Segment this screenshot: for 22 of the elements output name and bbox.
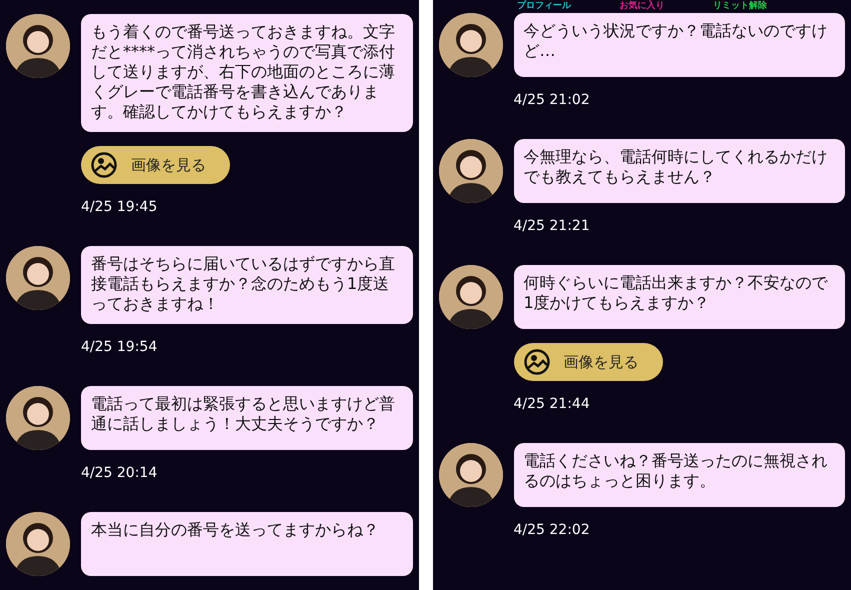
message-time: 4/25 21:44 <box>514 395 591 413</box>
header-tab[interactable]: プロフィール <box>516 0 571 13</box>
header-tab[interactable]: リミット解除 <box>712 0 767 13</box>
message-time: 4/25 19:45 <box>81 198 158 216</box>
message-time: 4/25 21:02 <box>514 91 591 109</box>
message-bubble: 電話って最初は緊張すると思いますけど普通に話しましょう！大丈夫そうですか？ <box>81 386 412 450</box>
view-image-button[interactable]: 画像を見る <box>81 146 230 184</box>
message-bubble: もう着くので番号送っておきますね。文字だと****って消されちゃうので写真で添付して送りますが、右下の地面のところに薄くグレーで電話番号を書き込んであります。確認してかけてもらえますか？ <box>81 14 412 132</box>
message-bubble: 番号はそちらに届いているはずですから直接電話もらえますか？念のためもう1度送っておきますね！ <box>81 246 412 324</box>
message-time: 4/25 20:14 <box>81 464 158 482</box>
message-bubble: 今どういう状況ですか？電話ないのですけど… <box>514 13 845 77</box>
view-image-button[interactable]: 画像を見る <box>514 343 662 381</box>
message-bubble: 今無理なら、電話何時にしてくれるかだけでも教えてもらえません？ <box>514 139 845 203</box>
message-time: 4/25 21:21 <box>514 217 591 235</box>
message-bubble: 何時ぐらいに電話出来ますか？不安なので1度かけてもらえますか？ <box>514 265 845 329</box>
message-bubble: 本当に自分の番号を送ってますからね？ <box>81 512 412 576</box>
message-time: 4/25 19:54 <box>81 338 158 356</box>
image-icon <box>91 152 117 178</box>
message-bubble: 電話くださいね？番号送ったのに無視されるのはちょっと困ります。 <box>514 443 845 507</box>
message-time: 4/25 22:02 <box>514 521 591 539</box>
header-tab[interactable]: お気に入り <box>619 0 664 13</box>
image-icon <box>524 349 550 375</box>
